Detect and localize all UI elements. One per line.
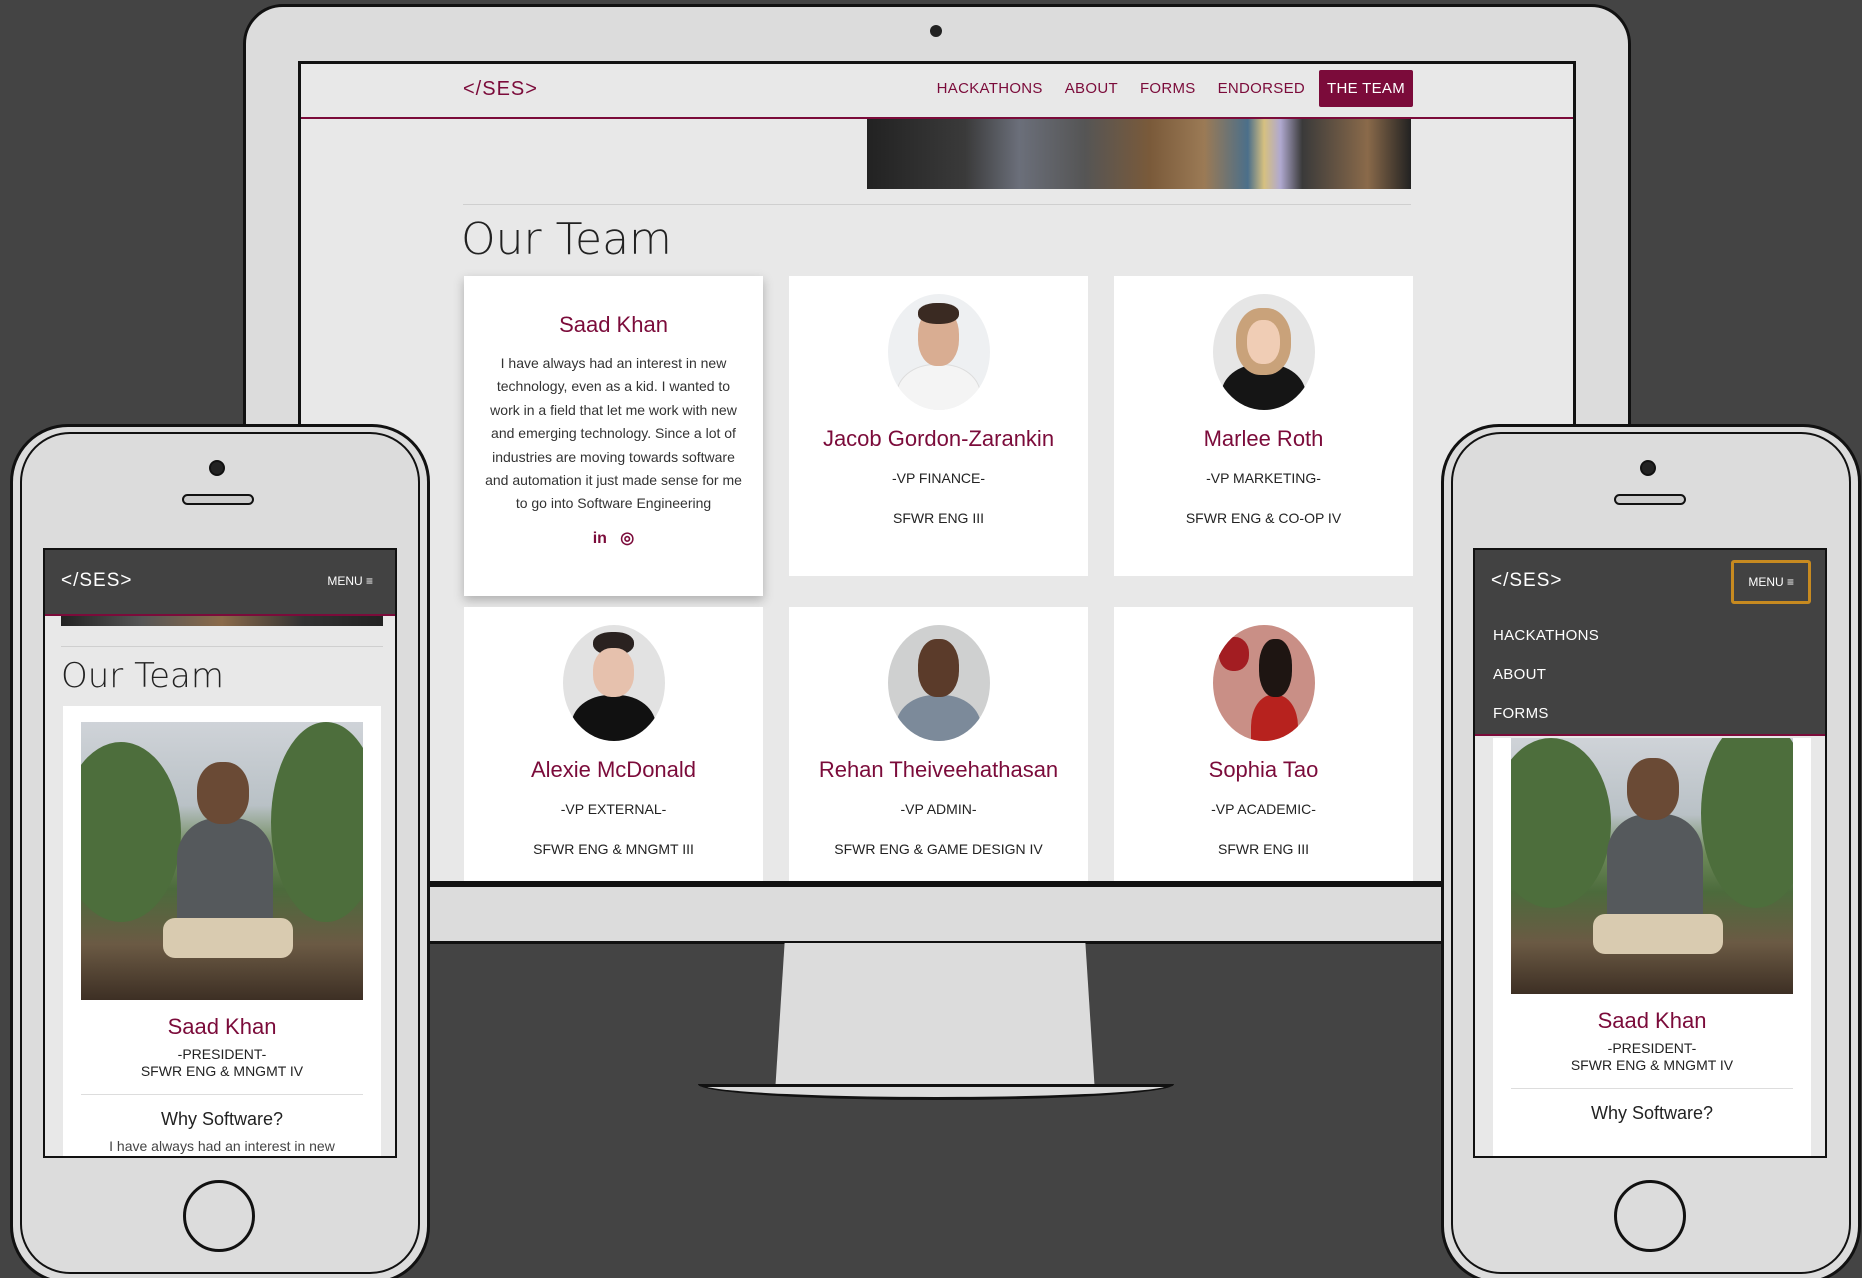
- hero-image: [867, 119, 1411, 189]
- home-button[interactable]: [183, 1180, 255, 1252]
- member-name: Saad Khan: [1597, 1008, 1707, 1033]
- member-name: Alexie McDonald: [530, 757, 697, 782]
- site-logo[interactable]: </SES>: [463, 78, 538, 101]
- avatar: [1212, 294, 1315, 410]
- member-photo: [81, 722, 363, 1000]
- divider: [1511, 1088, 1793, 1089]
- desktop-navbar: </SES> HACKATHONS ABOUT FORMS ENDORSED T…: [301, 64, 1573, 119]
- nav-hackathons[interactable]: HACKATHONS: [929, 70, 1051, 107]
- menu-button[interactable]: MENU ≡: [327, 574, 373, 588]
- member-name: Rehan Theiveehathasan: [818, 757, 1059, 782]
- nav-the-team[interactable]: THE TEAM: [1319, 70, 1413, 107]
- mobile-navbar: </SES> MENU ≡: [45, 550, 395, 616]
- hero-image: [61, 616, 383, 626]
- monitor-chin-line: [428, 884, 1444, 887]
- nav-about[interactable]: ABOUT: [1475, 655, 1825, 694]
- monitor-stand: [775, 943, 1095, 1093]
- phone-camera: [1640, 460, 1656, 476]
- member-role: -PRESIDENT-: [1607, 1040, 1697, 1056]
- nav-hackathons[interactable]: HACKATHONS: [1475, 616, 1825, 655]
- linkedin-icon[interactable]: in: [593, 530, 607, 547]
- member-photo: [1511, 738, 1793, 994]
- monitor-base: [698, 1084, 1174, 1100]
- member-role: -VP ACADEMIC-: [1211, 801, 1316, 817]
- member-role: -VP FINANCE-: [891, 470, 986, 486]
- site-logo[interactable]: </SES>: [1491, 570, 1563, 592]
- team-card-marlee[interactable]: Marlee Roth -VP MARKETING- SFWR ENG & CO…: [1114, 276, 1413, 576]
- member-name: Sophia Tao: [1208, 757, 1319, 782]
- mobile-menu-dropdown: HACKATHONS ABOUT FORMS: [1475, 616, 1825, 736]
- member-role: -PRESIDENT-: [177, 1046, 267, 1062]
- nav-forms[interactable]: FORMS: [1475, 694, 1825, 733]
- divider: [81, 1094, 363, 1095]
- team-card-sophia[interactable]: Sophia Tao -VP ACADEMIC- SFWR ENG III: [1114, 607, 1413, 881]
- divider: [61, 646, 383, 647]
- member-name: Marlee Roth: [1203, 426, 1324, 451]
- member-program: SFWR ENG & MNGMT IV: [1570, 1057, 1734, 1073]
- team-card-saad-khan[interactable]: Saad Khan I have always had an interest …: [464, 276, 763, 596]
- avatar: [887, 294, 990, 410]
- member-program: SFWR ENG III: [893, 510, 984, 526]
- home-button[interactable]: [1614, 1180, 1686, 1252]
- member-name: Saad Khan: [167, 1014, 277, 1039]
- member-bio: I have always had an interest in new: [109, 1138, 335, 1154]
- member-name: Saad Khan: [559, 312, 668, 337]
- mobile-screen-right: </SES> MENU ≡ HACKATHONS ABOUT FORMS Saa…: [1473, 548, 1827, 1158]
- avatar: [887, 625, 990, 741]
- mobile-screen-left: </SES> MENU ≡ Our Team Saad Khan -PRESID…: [43, 548, 397, 1158]
- desktop-screen: </SES> HACKATHONS ABOUT FORMS ENDORSED T…: [298, 61, 1576, 884]
- social-links: in ◎: [464, 528, 763, 548]
- member-role: -VP MARKETING-: [1206, 470, 1321, 486]
- monitor-camera: [930, 25, 942, 37]
- nav-forms[interactable]: FORMS: [1132, 70, 1204, 107]
- featured-member-card[interactable]: Saad Khan -PRESIDENT- SFWR ENG & MNGMT I…: [1493, 738, 1811, 1156]
- team-card-jacob[interactable]: Jacob Gordon-Zarankin -VP FINANCE- SFWR …: [789, 276, 1088, 576]
- mobile-navbar: </SES> MENU ≡: [1475, 550, 1825, 616]
- page-title: Our Team: [61, 656, 224, 696]
- phone-speaker: [1614, 494, 1686, 505]
- menu-button[interactable]: MENU ≡: [1731, 560, 1811, 604]
- member-name: Jacob Gordon-Zarankin: [822, 426, 1055, 451]
- member-program: SFWR ENG & MNGMT IV: [140, 1063, 304, 1079]
- site-logo[interactable]: </SES>: [61, 570, 133, 592]
- page-title: Our Team: [461, 214, 672, 265]
- member-program: SFWR ENG & MNGMT III: [533, 841, 694, 857]
- member-role: -VP EXTERNAL-: [560, 801, 667, 817]
- divider: [463, 204, 1411, 205]
- member-bio: I have always had an interest in new tec…: [485, 355, 742, 512]
- team-card-alexie[interactable]: Alexie McDonald -VP EXTERNAL- SFWR ENG &…: [464, 607, 763, 881]
- section-heading: Why Software?: [160, 1109, 284, 1129]
- avatar: [1212, 625, 1315, 741]
- member-program: SFWR ENG III: [1218, 841, 1309, 857]
- instagram-icon[interactable]: ◎: [620, 530, 634, 547]
- member-program: SFWR ENG & GAME DESIGN IV: [834, 841, 1043, 857]
- nav-endorsed[interactable]: ENDORSED: [1210, 70, 1313, 107]
- phone-speaker: [182, 494, 254, 505]
- team-card-rehan[interactable]: Rehan Theiveehathasan -VP ADMIN- SFWR EN…: [789, 607, 1088, 881]
- desktop-nav-links: HACKATHONS ABOUT FORMS ENDORSED THE TEAM: [929, 70, 1413, 107]
- member-role: -VP ADMIN-: [900, 801, 977, 817]
- nav-about[interactable]: ABOUT: [1057, 70, 1126, 107]
- phone-camera: [209, 460, 225, 476]
- avatar: [562, 625, 665, 741]
- section-heading: Why Software?: [1590, 1103, 1714, 1123]
- featured-member-card[interactable]: Saad Khan -PRESIDENT- SFWR ENG & MNGMT I…: [63, 706, 381, 1156]
- member-program: SFWR ENG & CO-OP IV: [1185, 510, 1342, 526]
